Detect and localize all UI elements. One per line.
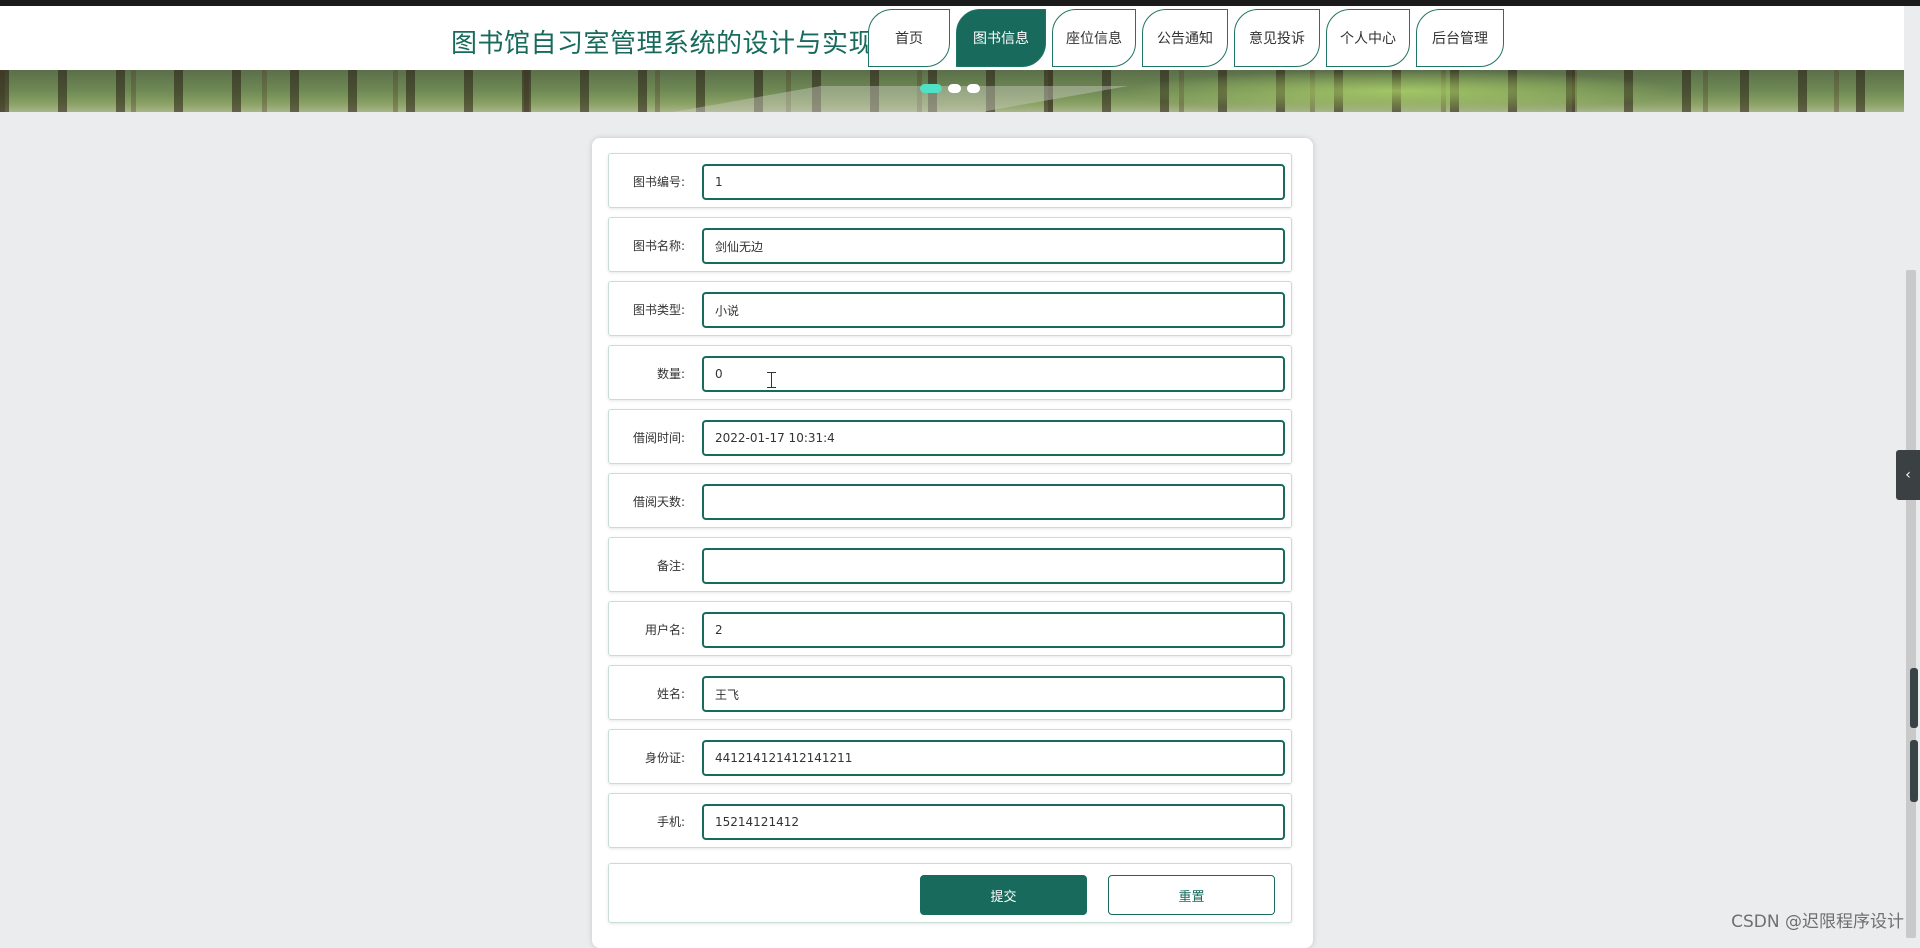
submit-button-label: 提交 xyxy=(990,889,1017,905)
book-name-input[interactable] xyxy=(702,228,1285,264)
main-nav: 首页 图书信息 座位信息 公告通知 意见投诉 个人中心 后台管理 xyxy=(868,9,1510,71)
nav-tab-profile[interactable]: 个人中心 xyxy=(1326,9,1410,67)
quantity-input[interactable] xyxy=(702,356,1285,392)
id-card-input[interactable] xyxy=(702,740,1285,776)
form-row-id-card: 身份证: xyxy=(608,729,1292,784)
full-name-input[interactable] xyxy=(702,676,1285,712)
sidebar-toggle-button[interactable]: ‹ xyxy=(1896,450,1920,500)
side-widget-lower[interactable] xyxy=(1910,740,1918,802)
carousel-dot-2[interactable] xyxy=(948,84,961,93)
form-row-phone: 手机: xyxy=(608,793,1292,848)
borrow-time-input[interactable] xyxy=(702,420,1285,456)
book-name-label: 图书名称: xyxy=(632,239,685,253)
remarks-input[interactable] xyxy=(702,548,1285,584)
carousel-indicators xyxy=(920,84,980,93)
watermark: CSDN @迟限程序设计 xyxy=(1731,912,1904,932)
nav-tab-complaints[interactable]: 意见投诉 xyxy=(1234,9,1320,67)
nav-tab-admin[interactable]: 后台管理 xyxy=(1416,9,1504,67)
book-type-label: 图书类型: xyxy=(632,303,685,317)
borrow-days-label: 借阅天数: xyxy=(632,495,685,509)
borrow-days-input[interactable] xyxy=(702,484,1285,520)
form-row-borrow-days: 借阅天数: xyxy=(608,473,1292,528)
book-detail-form: 图书编号: 图书名称: 图书类型: 数量: 借阅时间: 借阅天数: 备注: 用户… xyxy=(592,138,1313,948)
nav-tab-home[interactable]: 首页 xyxy=(868,9,950,67)
username-label: 用户名: xyxy=(644,623,685,637)
remarks-label: 备注: xyxy=(656,559,685,573)
page-scrollbar[interactable] xyxy=(1906,270,1916,938)
book-id-input[interactable] xyxy=(702,164,1285,200)
borrow-time-label: 借阅时间: xyxy=(632,431,685,445)
carousel-dot-1[interactable] xyxy=(920,84,942,93)
form-row-book-id: 图书编号: xyxy=(608,153,1292,208)
book-id-label: 图书编号: xyxy=(632,175,685,189)
site-title: 图书馆自习室管理系统的设计与实现 xyxy=(451,29,876,59)
form-row-remarks: 备注: xyxy=(608,537,1292,592)
phone-label: 手机: xyxy=(656,815,685,829)
form-row-username: 用户名: xyxy=(608,601,1292,656)
form-row-borrow-time: 借阅时间: xyxy=(608,409,1292,464)
full-name-label: 姓名: xyxy=(656,687,685,701)
form-row-book-type: 图书类型: xyxy=(608,281,1292,336)
username-input[interactable] xyxy=(702,612,1285,648)
chevron-left-icon: ‹ xyxy=(1905,467,1911,483)
side-widget-upper[interactable] xyxy=(1910,668,1918,728)
id-card-label: 身份证: xyxy=(644,751,685,765)
form-row-full-name: 姓名: xyxy=(608,665,1292,720)
nav-tab-notices[interactable]: 公告通知 xyxy=(1142,9,1228,67)
nav-tab-books[interactable]: 图书信息 xyxy=(956,9,1046,67)
reset-button[interactable]: 重置 xyxy=(1108,875,1275,915)
nav-tab-seats[interactable]: 座位信息 xyxy=(1052,9,1136,67)
form-row-quantity: 数量: xyxy=(608,345,1292,400)
text-cursor-icon xyxy=(767,372,776,388)
form-actions: 提交 重置 xyxy=(608,863,1292,923)
submit-button[interactable]: 提交 xyxy=(920,875,1087,915)
phone-input[interactable] xyxy=(702,804,1285,840)
quantity-label: 数量: xyxy=(656,367,685,381)
reset-button-label: 重置 xyxy=(1178,889,1205,905)
site-header: 图书馆自习室管理系统的设计与实现 首页 图书信息 座位信息 公告通知 意见投诉 … xyxy=(0,6,1904,71)
book-type-input[interactable] xyxy=(702,292,1285,328)
form-row-book-name: 图书名称: xyxy=(608,217,1292,272)
carousel-dot-3[interactable] xyxy=(967,84,980,93)
banner-carousel xyxy=(0,70,1904,112)
banner-image-lawn xyxy=(1120,70,1680,112)
